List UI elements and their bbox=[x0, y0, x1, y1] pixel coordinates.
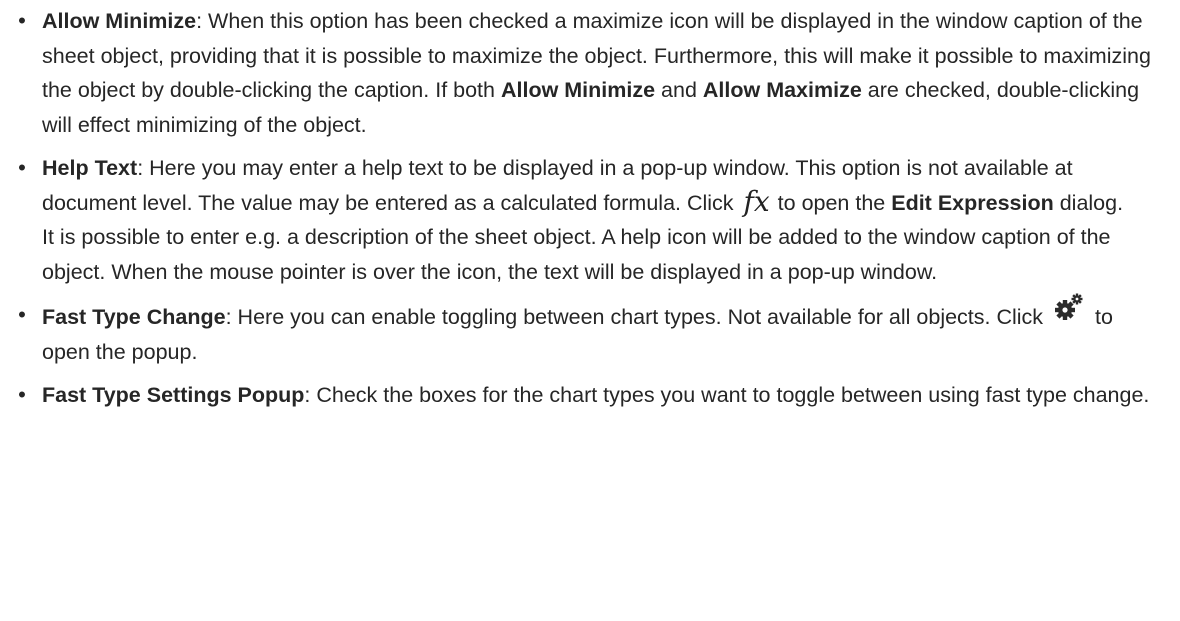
list-item-fast-type-change: • Fast Type Change: Here you can enable … bbox=[0, 293, 1180, 369]
bullet: • bbox=[18, 8, 26, 33]
term-allow-maximize-inline: Allow Maximize bbox=[702, 78, 862, 102]
list-item-help-text: • Help Text: Here you may enter a help t… bbox=[0, 151, 1180, 289]
gear-icon[interactable] bbox=[1053, 293, 1083, 326]
description-text: Check the boxes for the chart types you … bbox=[316, 383, 1150, 407]
document-page: • Allow Minimize: When this option has b… bbox=[0, 0, 1180, 621]
gear-icon-graphic bbox=[1055, 293, 1083, 320]
description-paragraph: It is possible to enter e.g. a descripti… bbox=[42, 225, 1111, 284]
option-list: • Allow Minimize: When this option has b… bbox=[0, 4, 1180, 413]
description-text: dialog. bbox=[1053, 190, 1124, 215]
list-item-allow-minimize: • Allow Minimize: When this option has b… bbox=[0, 4, 1180, 142]
bullet: • bbox=[18, 382, 26, 407]
description-text: Here you can enable toggling between cha… bbox=[237, 305, 1050, 329]
term-allow-minimize-inline: Allow Minimize bbox=[500, 78, 656, 102]
term-fast-type-change: Fast Type Change bbox=[42, 305, 226, 329]
list-item-fast-type-settings-popup: • Fast Type Settings Popup: Check the bo… bbox=[0, 378, 1180, 413]
separator: : bbox=[196, 9, 209, 33]
description-text: and bbox=[655, 78, 703, 102]
fx-icon[interactable]: fx bbox=[744, 187, 770, 215]
term-fast-type-settings-popup: Fast Type Settings Popup bbox=[42, 383, 305, 407]
term-allow-minimize: Allow Minimize bbox=[42, 9, 197, 33]
bullet: • bbox=[18, 302, 26, 327]
separator: : bbox=[137, 156, 150, 180]
separator: : bbox=[304, 383, 317, 407]
description-text: to open the bbox=[771, 190, 892, 215]
separator: : bbox=[225, 305, 238, 329]
term-help-text: Help Text bbox=[42, 156, 138, 180]
bullet: • bbox=[18, 155, 26, 180]
term-edit-expression: Edit Expression bbox=[891, 190, 1054, 215]
